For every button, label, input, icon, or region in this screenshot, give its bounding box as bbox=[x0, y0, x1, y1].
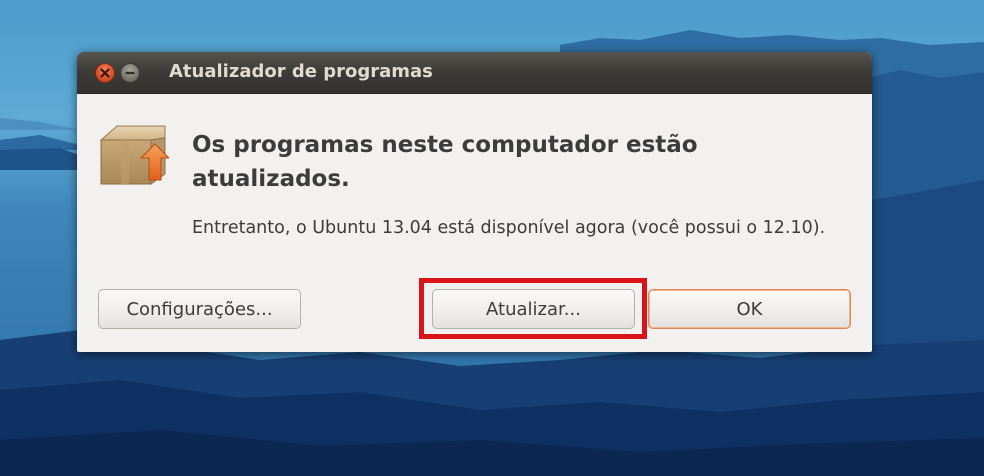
title-bar[interactable]: Atualizador de programas bbox=[77, 52, 872, 94]
window-title: Atualizador de programas bbox=[169, 61, 433, 82]
minimize-icon[interactable] bbox=[120, 63, 140, 83]
update-dialog-window: Atualizador de programas Os programas ne… bbox=[77, 52, 872, 352]
dialog-heading: Os programas neste computador estão atua… bbox=[192, 132, 698, 192]
ok-button[interactable]: OK bbox=[648, 289, 851, 329]
dialog-message: Entretanto, o Ubuntu 13.04 está disponív… bbox=[192, 218, 826, 238]
software-update-package-icon bbox=[99, 125, 169, 185]
settings-button[interactable]: Configurações... bbox=[98, 289, 301, 329]
close-icon[interactable] bbox=[95, 63, 115, 83]
upgrade-button[interactable]: Atualizar... bbox=[432, 289, 635, 329]
